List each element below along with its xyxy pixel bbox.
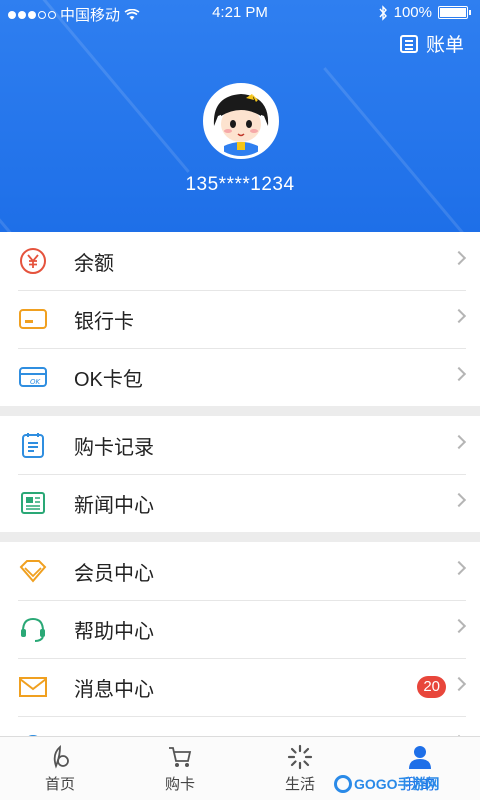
- chevron-right-icon: [451, 560, 467, 576]
- menu-item-label: 消息中心: [74, 678, 154, 701]
- chevron-right-icon: [451, 434, 467, 450]
- watermark: GOGO手游网: [334, 774, 440, 794]
- menu-item-ok-card[interactable]: OK OK卡包: [0, 348, 480, 406]
- menu-item-balance[interactable]: 余额: [0, 232, 480, 290]
- chevron-right-icon: [451, 366, 467, 382]
- chevron-right-icon: [451, 308, 467, 324]
- menu-item-label: 余额: [74, 252, 114, 275]
- tab-label: 购卡: [164, 776, 195, 793]
- battery-percent: 100%: [393, 4, 432, 21]
- menu-item-label: 购卡记录: [74, 436, 154, 459]
- chevron-right-icon: [451, 250, 467, 266]
- menu-list: 余额 银行卡 OK OK卡包 购卡记录 新闻中心 会员中心 帮助中心 消息中心 …: [0, 232, 480, 774]
- person-icon: [406, 743, 434, 771]
- bank-card-icon: [18, 304, 48, 334]
- user-phone: 135****1234: [185, 174, 295, 195]
- chevron-right-icon: [451, 492, 467, 508]
- watermark-text: GOGO手游网: [354, 776, 440, 792]
- svg-text:OK: OK: [30, 378, 42, 386]
- menu-item-bank-card[interactable]: 银行卡: [0, 290, 480, 348]
- bluetooth-icon: [379, 4, 387, 21]
- menu-item-purchase-history[interactable]: 购卡记录: [0, 416, 480, 474]
- battery-icon: [438, 6, 471, 19]
- diamond-icon: [18, 556, 48, 586]
- clipboard-icon: [18, 430, 48, 460]
- envelope-icon: [18, 672, 48, 702]
- unread-badge: 20: [417, 676, 446, 698]
- tab-label: 生活: [284, 776, 315, 793]
- home-icon: [46, 743, 74, 771]
- menu-item-news-center[interactable]: 新闻中心: [0, 474, 480, 532]
- menu-group: 余额 银行卡 OK OK卡包: [0, 232, 480, 406]
- menu-item-label: 银行卡: [74, 310, 134, 333]
- bottom-tab-bar: 首页 购卡 生活 我的 GOGO手游网: [0, 736, 480, 800]
- profile-header: 中国移动 4:21 PM 100% 账单 135****1234: [0, 0, 480, 232]
- menu-item-member-center[interactable]: 会员中心: [0, 542, 480, 600]
- status-bar: 中国移动 4:21 PM 100%: [0, 0, 480, 26]
- menu-item-label: 会员中心: [74, 562, 154, 585]
- section-divider: [0, 532, 480, 542]
- bill-label: 账单: [425, 35, 464, 56]
- avatar[interactable]: [203, 83, 279, 159]
- headset-icon: [18, 614, 48, 644]
- chevron-right-icon: [451, 618, 467, 634]
- section-divider: [0, 406, 480, 416]
- newspaper-icon: [18, 488, 48, 518]
- tab-label: 首页: [44, 776, 75, 793]
- yen-circle-icon: [18, 246, 48, 276]
- cartoon-girl-avatar-icon: [206, 86, 276, 156]
- tab-home[interactable]: 首页: [0, 737, 120, 800]
- watermark-logo-icon: [334, 775, 352, 793]
- tab-buy-card[interactable]: 购卡: [120, 737, 240, 800]
- menu-item-label: 新闻中心: [74, 494, 154, 517]
- menu-item-label: 帮助中心: [74, 620, 154, 643]
- bill-button[interactable]: 账单: [399, 30, 464, 57]
- chevron-right-icon: [451, 676, 467, 692]
- menu-item-label: OK卡包: [74, 368, 143, 391]
- bill-icon: [399, 34, 418, 53]
- ok-card-icon: OK: [18, 362, 48, 392]
- cart-icon: [166, 743, 194, 771]
- decorative-stripe: [323, 67, 480, 232]
- menu-item-help-center[interactable]: 帮助中心: [0, 600, 480, 658]
- menu-item-message-center[interactable]: 消息中心 20: [0, 658, 480, 716]
- menu-group: 购卡记录 新闻中心: [0, 416, 480, 532]
- life-icon: [286, 743, 314, 771]
